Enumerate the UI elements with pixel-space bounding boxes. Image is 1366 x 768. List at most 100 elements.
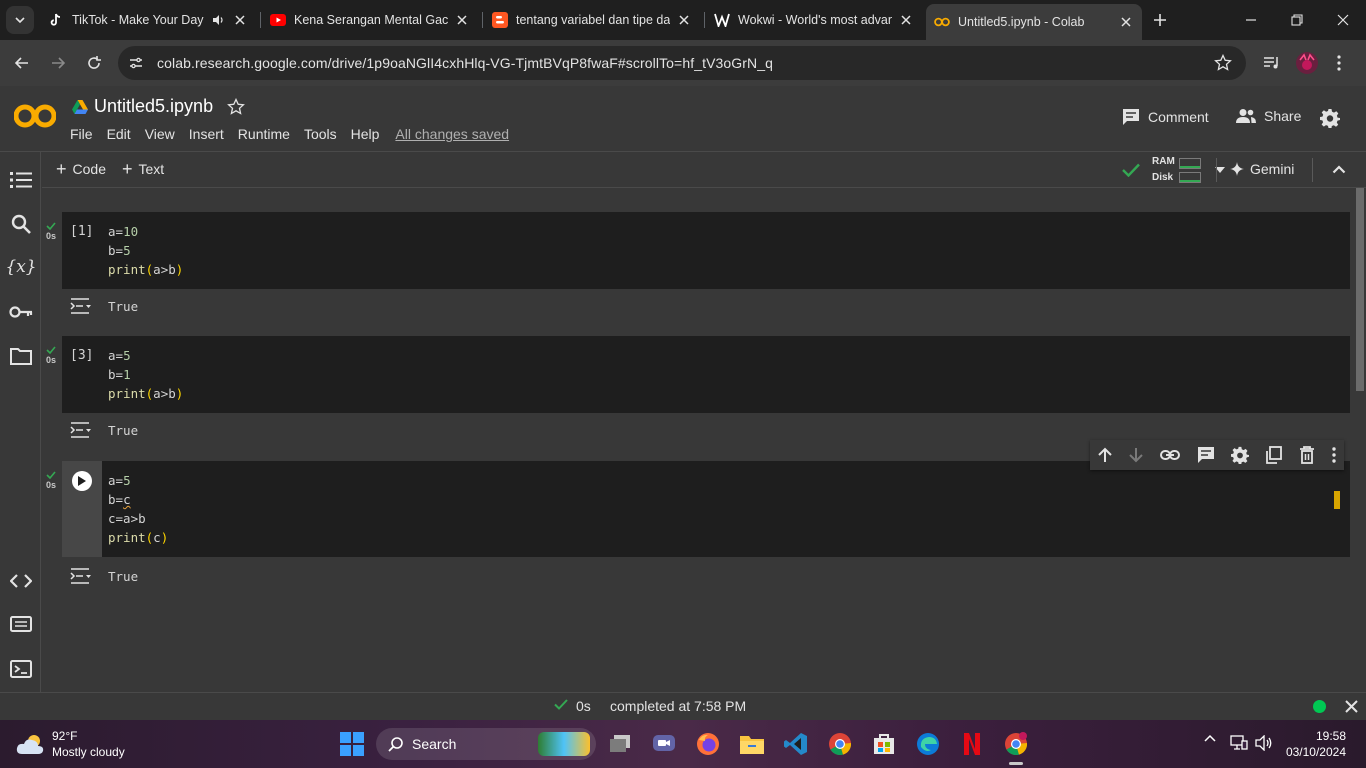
notebook-scrollbar[interactable]: [1353, 188, 1366, 692]
output-menu-icon[interactable]: [70, 567, 92, 585]
task-view-button[interactable]: [606, 730, 634, 758]
task-view-icon: [610, 735, 630, 752]
code-cell[interactable]: 0s [1] a=10 b=5 print(a>b) True: [42, 212, 1353, 320]
close-icon[interactable]: [1118, 14, 1134, 30]
code-snippets-icon[interactable]: [9, 569, 33, 593]
collapse-header-button[interactable]: [1332, 164, 1346, 174]
taskbar-clock[interactable]: 19:58 03/10/2024: [1280, 728, 1346, 760]
save-status-link[interactable]: All changes saved: [395, 126, 509, 142]
variables-icon[interactable]: {x}: [5, 255, 36, 279]
netflix-app[interactable]: [958, 730, 986, 758]
reload-button[interactable]: [82, 51, 106, 75]
close-icon[interactable]: [898, 12, 914, 28]
delete-icon[interactable]: [1299, 446, 1315, 464]
resource-monitor[interactable]: RAM Disk: [1122, 152, 1225, 188]
code-editor[interactable]: [1] a=10 b=5 print(a>b): [62, 212, 1350, 289]
back-button[interactable]: [10, 51, 34, 75]
address-bar[interactable]: colab.research.google.com/drive/1p9oaNGl…: [118, 46, 1246, 80]
menu-insert[interactable]: Insert: [189, 126, 224, 142]
settings-button[interactable]: [1320, 108, 1348, 128]
chrome-app[interactable]: [826, 730, 854, 758]
edge-app[interactable]: [914, 730, 942, 758]
vscode-app[interactable]: [782, 730, 810, 758]
notebook-title[interactable]: Untitled5.ipynb: [94, 96, 213, 117]
code-text[interactable]: a=5 b=c c=a>b print(c): [108, 471, 168, 547]
tab-tiktok[interactable]: TikTok - Make Your Day: [40, 4, 256, 36]
comment-icon[interactable]: [1197, 446, 1215, 464]
tab-colab[interactable]: Untitled5.ipynb - Colab: [926, 4, 1142, 40]
status-completed[interactable]: completed at 7:58 PM: [610, 698, 746, 714]
menu-help[interactable]: Help: [351, 126, 380, 142]
new-tab-button[interactable]: [1150, 10, 1170, 30]
tab-wokwi[interactable]: Wokwi - World's most advan: [706, 4, 922, 36]
folder-icon[interactable]: [9, 344, 33, 368]
volume-icon[interactable]: [1255, 735, 1273, 751]
code-editor[interactable]: [3] a=5 b=1 print(a>b): [62, 336, 1350, 413]
url-text[interactable]: colab.research.google.com/drive/1p9oaNGl…: [157, 55, 773, 71]
media-controls-button[interactable]: [1260, 51, 1284, 75]
bookmark-star-icon[interactable]: [1214, 54, 1232, 72]
code-cell-active[interactable]: 0s a=5 b=c c=a>b print(c) True: [42, 461, 1353, 594]
move-down-icon[interactable]: [1129, 447, 1143, 463]
search-icon[interactable]: [9, 212, 33, 236]
comment-button[interactable]: Comment: [1122, 108, 1209, 126]
tab-search-button[interactable]: [6, 6, 34, 34]
menu-runtime[interactable]: Runtime: [238, 126, 290, 142]
taskbar-search[interactable]: Search: [376, 728, 596, 760]
clock-date: 03/10/2024: [1285, 745, 1346, 759]
menu-tools[interactable]: Tools: [304, 126, 337, 142]
close-icon[interactable]: [1345, 700, 1358, 713]
chrome-profile-app[interactable]: [1002, 730, 1030, 765]
scroll-thumb[interactable]: [1356, 188, 1364, 391]
code-text[interactable]: a=10 b=5 print(a>b): [108, 222, 183, 279]
output-menu-icon[interactable]: [70, 297, 92, 315]
link-icon[interactable]: [1159, 449, 1180, 461]
code-cell[interactable]: 0s [3] a=5 b=1 print(a>b) True: [42, 336, 1353, 444]
start-button[interactable]: [338, 730, 366, 758]
command-palette-icon[interactable]: [9, 612, 33, 636]
code-editor[interactable]: a=5 b=c c=a>b print(c): [62, 461, 1350, 557]
share-button[interactable]: Share: [1236, 108, 1301, 124]
terminal-icon[interactable]: [9, 657, 33, 681]
weather-widget[interactable]: 92°F Mostly cloudy: [16, 728, 125, 760]
menu-view[interactable]: View: [145, 126, 175, 142]
file-explorer-app[interactable]: [738, 730, 766, 758]
microsoft-store-app[interactable]: [870, 730, 898, 758]
restore-button[interactable]: [1274, 0, 1320, 40]
code-text[interactable]: a=5 b=1 print(a>b): [108, 346, 183, 403]
move-up-icon[interactable]: [1098, 447, 1113, 463]
add-code-button[interactable]: + Code: [56, 160, 106, 178]
gemini-button[interactable]: Gemini: [1230, 161, 1294, 177]
mirror-cell-icon[interactable]: [1266, 446, 1283, 464]
add-text-button[interactable]: + Text: [122, 160, 164, 178]
tab-blogger[interactable]: tentang variabel dan tipe da: [484, 4, 700, 36]
menu-edit[interactable]: Edit: [107, 126, 131, 142]
forward-button[interactable]: [46, 51, 70, 75]
more-vertical-icon[interactable]: [1331, 447, 1336, 463]
firefox-app[interactable]: [694, 730, 722, 758]
close-window-button[interactable]: [1320, 0, 1366, 40]
profile-avatar[interactable]: [1295, 51, 1319, 75]
key-icon[interactable]: [9, 300, 33, 324]
cell-output: True: [62, 557, 1350, 594]
teams-chat-app[interactable]: [650, 730, 678, 758]
output-menu-icon[interactable]: [70, 421, 92, 439]
star-notebook-icon[interactable]: [227, 97, 246, 116]
connection-status-dot: [1313, 700, 1326, 713]
colab-logo[interactable]: [14, 102, 56, 130]
browser-menu-button[interactable]: [1327, 51, 1351, 75]
network-icon[interactable]: [1230, 735, 1248, 751]
close-icon[interactable]: [232, 12, 248, 28]
minimize-button[interactable]: [1228, 0, 1274, 40]
status-bar: 0s completed at 7:58 PM: [0, 692, 1366, 720]
menu-file[interactable]: File: [70, 126, 93, 142]
chevron-up-icon[interactable]: [1204, 734, 1216, 742]
site-settings-icon[interactable]: [128, 55, 144, 71]
run-cell-button[interactable]: [72, 471, 92, 491]
gear-icon[interactable]: [1231, 446, 1250, 464]
table-of-contents-icon[interactable]: [9, 168, 33, 192]
close-icon[interactable]: [676, 12, 692, 28]
tab-youtube[interactable]: Kena Serangan Mental Gacha: [262, 4, 478, 36]
close-icon[interactable]: [454, 12, 470, 28]
cell-exec-status: 0s: [42, 222, 60, 241]
